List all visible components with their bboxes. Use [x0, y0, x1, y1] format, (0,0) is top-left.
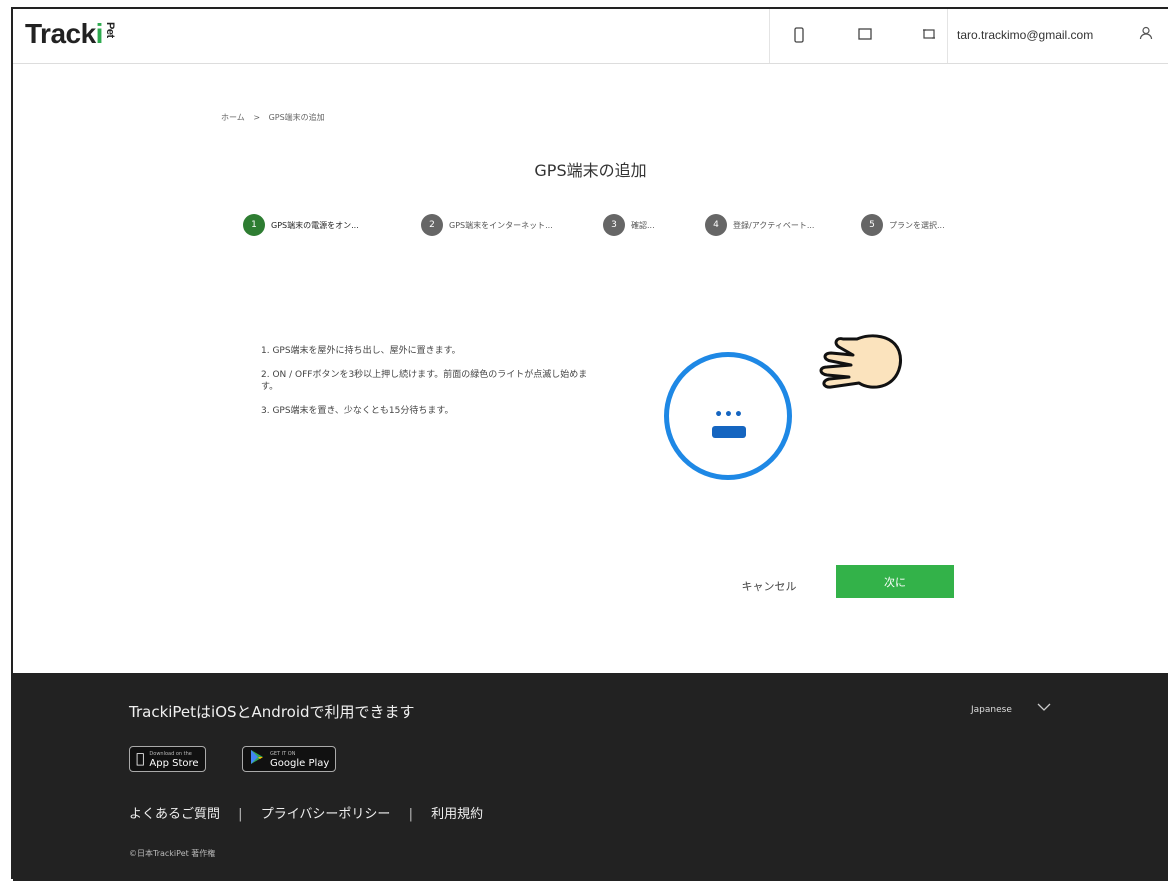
step-label: 登録/アクティベート...: [733, 220, 815, 230]
footer-links: よくあるご質問 | プライバシーポリシー | 利用規約: [129, 803, 483, 822]
google-play-text: GET IT ON Google Play: [270, 749, 329, 769]
cancel-button[interactable]: キャンセル: [729, 571, 809, 601]
instruction-item: 2. ON / OFFボタンを3秒以上押し続けます。前面の緑色のライトが点滅し始…: [261, 370, 588, 392]
footer-title: TrackiPetはiOSとAndroidで利用できます: [129, 703, 415, 721]
chevron-down-icon[interactable]: [1037, 700, 1051, 716]
footer: TrackiPetはiOSとAndroidで利用できます Japanese  …: [13, 673, 1168, 881]
step-5: 5 プランを選択...: [861, 213, 945, 237]
instruction-list: 1. GPS端末を屋外に持ち出し、屋外に置きます。 2. ON / OFFボタン…: [261, 345, 591, 429]
link-separator: |: [238, 807, 243, 822]
step-number: 4: [705, 214, 727, 236]
led-dots: •••: [714, 407, 744, 423]
step-progress: 1 GPS端末の電源をオン... 2 GPS端末をインターネット... 3 確認…: [13, 213, 1168, 237]
apple-icon: : [136, 751, 144, 767]
instruction-item: 3. GPS端末を置き、少なくとも15分待ちます。: [261, 406, 454, 416]
step-label: 確認...: [631, 220, 655, 230]
header-divider: [947, 9, 948, 63]
app-store-badge[interactable]:  Download on the App Store: [129, 746, 206, 772]
window-icon[interactable]: [857, 27, 873, 43]
app-frame: TrackiPet taro.trackimo@gmail.com ホーム > …: [11, 7, 1168, 881]
footer-link-terms[interactable]: 利用規約: [431, 807, 483, 822]
power-led-icon: [712, 426, 746, 438]
step-label: GPS端末をインターネット...: [449, 220, 553, 230]
next-button[interactable]: 次に: [836, 565, 954, 598]
breadcrumb-current: GPS端末の追加: [268, 113, 325, 122]
play-icon: [249, 749, 265, 769]
share-icon[interactable]: [921, 27, 937, 43]
copyright: ©日本TrackiPet 著作権: [129, 849, 216, 858]
google-play-badge[interactable]: GET IT ON Google Play: [242, 746, 337, 772]
user-icon[interactable]: [1139, 26, 1153, 44]
breadcrumb-separator: >: [253, 113, 261, 122]
device-icon[interactable]: [791, 27, 807, 43]
language-selector[interactable]: Japanese: [971, 705, 1012, 715]
step-number: 1: [243, 214, 265, 236]
step-number: 2: [421, 214, 443, 236]
trackipet-logo[interactable]: TrackiPet: [25, 18, 116, 50]
breadcrumb: ホーム > GPS端末の追加: [221, 112, 331, 123]
step-label: プランを選択...: [889, 220, 945, 230]
step-3: 3 確認...: [603, 213, 655, 237]
step-number: 3: [603, 214, 625, 236]
step-number: 5: [861, 214, 883, 236]
app-store-label: App Store: [141, 758, 198, 769]
top-header: TrackiPet taro.trackimo@gmail.com: [13, 9, 1168, 64]
footer-link-faq[interactable]: よくあるご質問: [129, 807, 220, 822]
google-play-label: Google Play: [270, 758, 330, 769]
app-store-text: Download on the App Store: [149, 749, 198, 769]
pointing-hand-icon: [819, 334, 902, 389]
step-4: 4 登録/アクティベート...: [705, 213, 814, 237]
device-illustration: •••: [664, 352, 792, 480]
instruction-item: 1. GPS端末を屋外に持ち出し、屋外に置きます。: [261, 346, 461, 356]
step-2: 2 GPS端末をインターネット...: [421, 213, 553, 237]
breadcrumb-home[interactable]: ホーム: [221, 113, 245, 122]
step-label: GPS端末の電源をオン...: [271, 220, 359, 230]
step-1: 1 GPS端末の電源をオン...: [243, 213, 359, 237]
link-separator: |: [408, 807, 413, 822]
header-divider: [769, 9, 770, 63]
footer-link-privacy[interactable]: プライバシーポリシー: [261, 807, 391, 822]
page-title: GPS端末の追加: [534, 161, 647, 180]
user-email[interactable]: taro.trackimo@gmail.com: [957, 28, 1093, 42]
